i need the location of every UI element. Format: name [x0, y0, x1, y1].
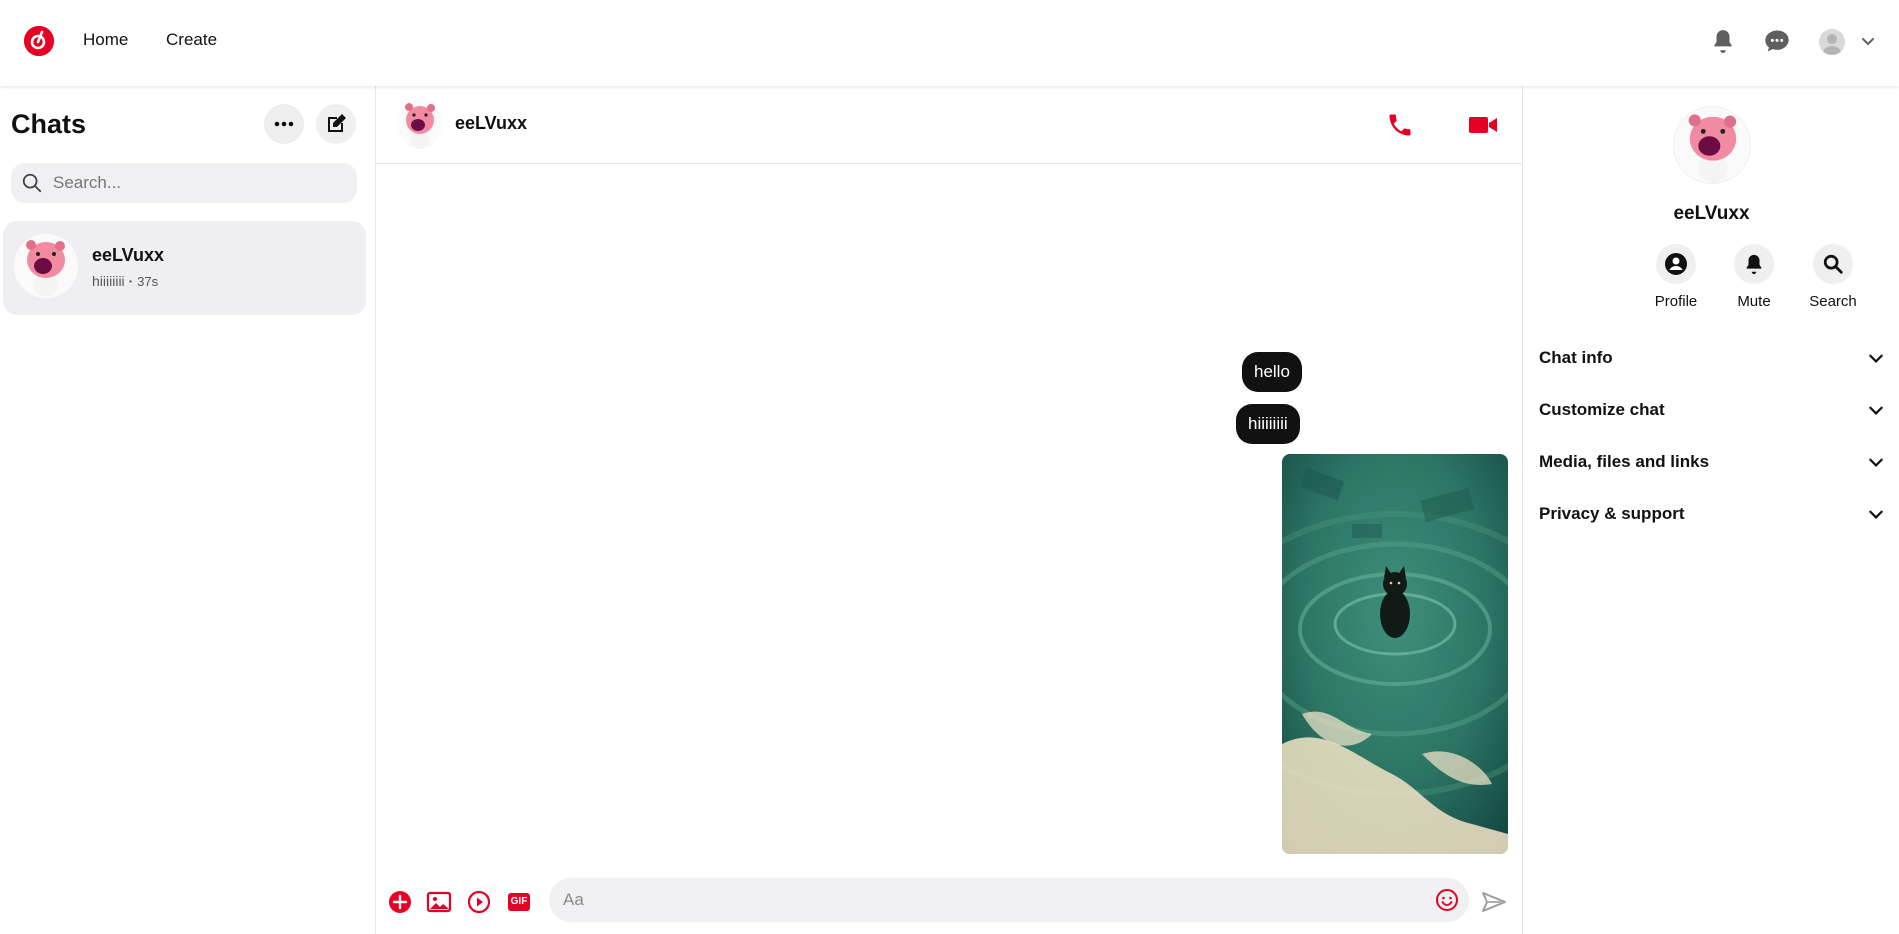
chat-info-section[interactable]: Chat info: [1539, 343, 1885, 373]
emoji-icon[interactable]: [1435, 888, 1459, 912]
customize-chat-section[interactable]: Customize chat: [1539, 395, 1885, 425]
account-chevron-down-icon[interactable]: [1856, 24, 1880, 58]
mute-action-label: Mute: [1737, 293, 1771, 310]
nav-create-link[interactable]: Create: [166, 30, 217, 50]
conversation-header: eeLVuxx: [376, 86, 1522, 164]
chevron-down-icon: [1869, 354, 1883, 363]
ellipsis-icon: [274, 121, 294, 127]
chevron-down-icon: [1869, 406, 1883, 415]
section-label: Customize chat: [1539, 400, 1665, 419]
message-composer: GIF: [376, 866, 1522, 934]
search-action-button[interactable]: Search: [1793, 244, 1873, 310]
chat-list-item[interactable]: eeLVuxx hiiiiiiii · 37s: [3, 221, 366, 315]
search-icon: [22, 173, 42, 193]
image-upload-icon[interactable]: [425, 888, 453, 916]
video-play-icon[interactable]: [465, 888, 493, 916]
mute-action-button[interactable]: Mute: [1714, 244, 1794, 310]
new-message-button[interactable]: [316, 104, 356, 144]
chats-sidebar: Chats eeLVuxx hiiiiiiii: [0, 86, 376, 934]
video-call-icon[interactable]: [1468, 110, 1498, 140]
profile-icon: [1665, 253, 1687, 275]
chevron-down-icon: [1869, 458, 1883, 467]
bell-icon: [1746, 254, 1762, 275]
nav-home-link[interactable]: Home: [83, 30, 128, 50]
send-icon[interactable]: [1480, 888, 1508, 916]
chat-timestamp: 37s: [137, 274, 159, 289]
profile-action-button[interactable]: Profile: [1636, 244, 1716, 310]
details-avatar: [1673, 106, 1751, 184]
user-avatar[interactable]: [1819, 29, 1845, 55]
gif-label: GIF: [507, 893, 531, 911]
cat-in-water-image[interactable]: [1282, 454, 1508, 854]
chat-last-message: hiiiiiiii: [92, 273, 125, 289]
more-options-button[interactable]: [264, 104, 304, 144]
media-files-links-section[interactable]: Media, files and links: [1539, 447, 1885, 477]
details-contact-name: eeLVuxx: [1673, 203, 1750, 224]
conversation-panel: eeLVuxx hello hiiiiiiii GIF Aa: [376, 86, 1522, 934]
contact-avatar: [14, 234, 78, 298]
privacy-support-section[interactable]: Privacy & support: [1539, 499, 1885, 529]
chevron-down-icon: [1869, 510, 1883, 519]
section-label: Chat info: [1539, 348, 1613, 367]
search-action-label: Search: [1809, 293, 1857, 310]
chat-search-field[interactable]: [11, 163, 357, 203]
notifications-bell-icon[interactable]: [1706, 24, 1740, 58]
chat-preview-line: hiiiiiiii · 37s: [92, 273, 159, 289]
top-navigation-bar: Home Create: [0, 0, 1899, 86]
chat-search-input[interactable]: [53, 173, 333, 193]
chat-contact-name: eeLVuxx: [92, 245, 165, 265]
section-label: Media, files and links: [1539, 452, 1710, 471]
search-icon: [1823, 254, 1843, 274]
messages-bubble-icon[interactable]: [1760, 24, 1794, 58]
add-attachment-icon[interactable]: [386, 888, 414, 916]
message-bubble[interactable]: hello: [1242, 352, 1302, 392]
pinterest-logo-icon[interactable]: [24, 26, 54, 56]
message-field[interactable]: [549, 878, 1469, 922]
conversation-contact-name[interactable]: eeLVuxx: [455, 113, 527, 134]
profile-action-label: Profile: [1654, 293, 1698, 310]
chats-title: Chats: [11, 109, 87, 139]
message-input[interactable]: [563, 890, 1403, 910]
section-label: Privacy & support: [1539, 504, 1685, 523]
message-bubble[interactable]: hiiiiiiii: [1236, 404, 1300, 444]
conversation-avatar[interactable]: [398, 99, 442, 149]
voice-call-icon[interactable]: [1385, 110, 1415, 140]
compose-icon: [328, 114, 346, 132]
chat-details-panel: eeLVuxx Profile Mute Search Chat info Cu…: [1522, 86, 1899, 934]
gif-button[interactable]: GIF: [505, 888, 533, 916]
